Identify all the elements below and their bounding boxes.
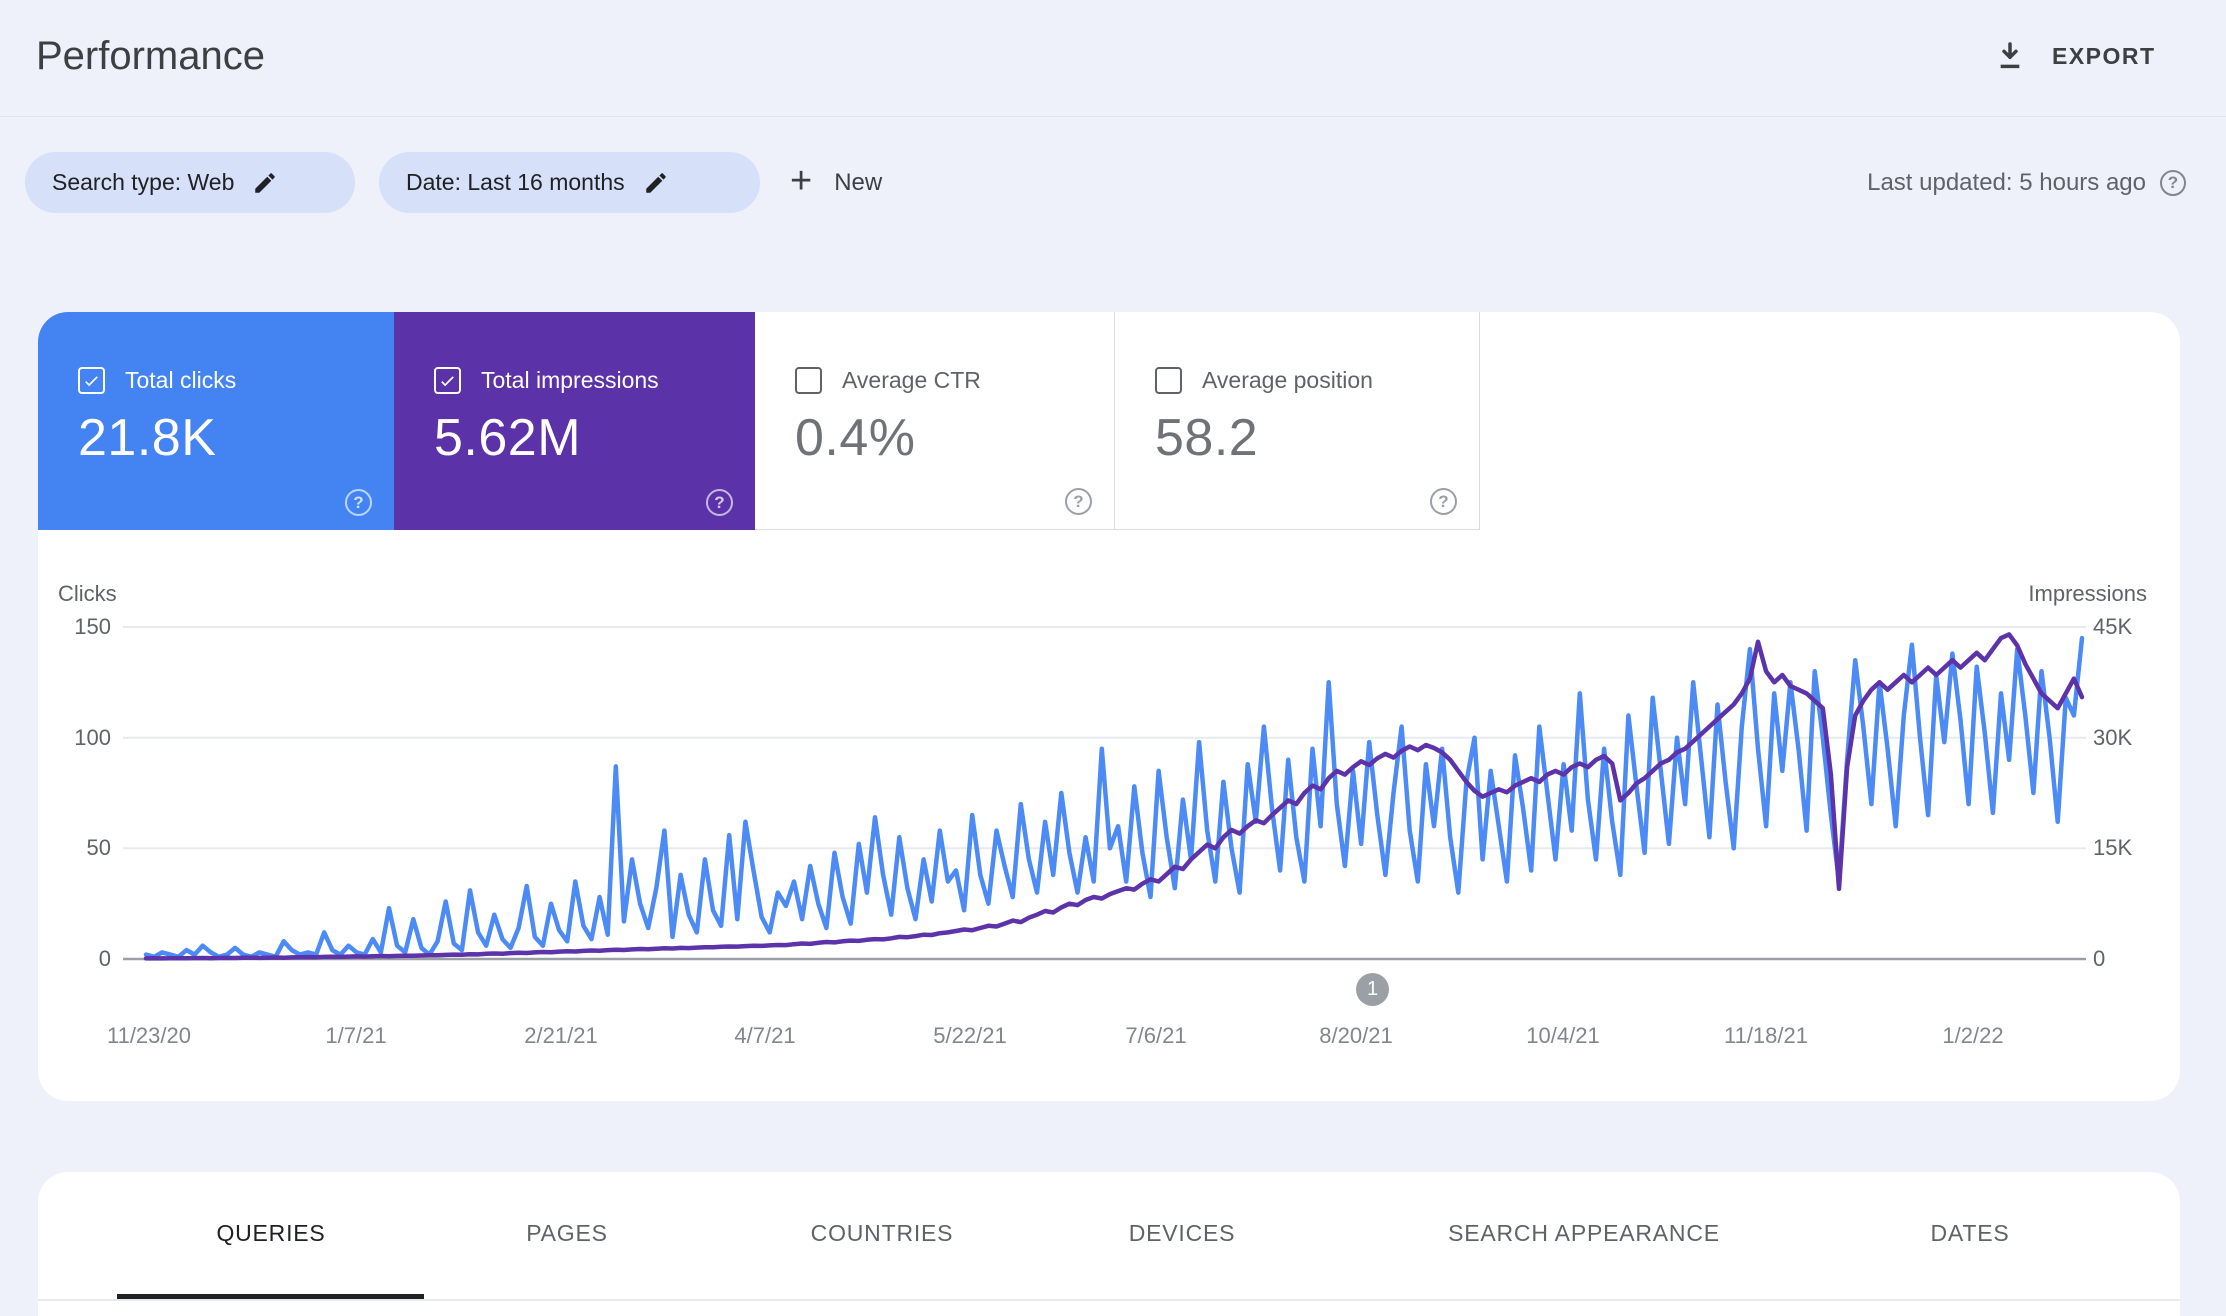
right-axis-title: Impressions [2028, 581, 2147, 607]
performance-line-chart[interactable] [38, 312, 2180, 1101]
right-axis-tick: 15K [2093, 834, 2173, 862]
left-axis-tick: 150 [38, 613, 111, 641]
tabs-bottom-border [38, 1299, 2180, 1301]
x-axis-tick: 1/7/21 [286, 1023, 426, 1049]
download-icon [1994, 40, 2026, 72]
active-tab-underline [117, 1294, 424, 1299]
annotation-badge[interactable]: 1 [1356, 973, 1389, 1006]
right-axis-tick: 0 [2093, 945, 2173, 973]
x-axis-tick: 7/6/21 [1086, 1023, 1226, 1049]
x-axis-tick: 2/21/21 [491, 1023, 631, 1049]
new-filter-label: New [834, 169, 882, 197]
x-axis-tick: 11/18/21 [1696, 1023, 1836, 1049]
tab-search-appearance[interactable]: SEARCH APPEARANCE [1448, 1220, 1720, 1247]
export-button[interactable]: EXPORT [1994, 30, 2156, 82]
x-axis-tick: 10/4/21 [1493, 1023, 1633, 1049]
x-axis-tick: 5/22/21 [900, 1023, 1040, 1049]
x-axis-tick: 11/23/20 [79, 1023, 219, 1049]
last-updated: Last updated: 5 hours ago ? [1867, 168, 2186, 198]
plus-icon: + [790, 162, 812, 200]
pencil-icon [252, 170, 278, 196]
right-axis-tick: 45K [2093, 613, 2173, 641]
last-updated-text: Last updated: 5 hours ago [1867, 169, 2146, 197]
x-axis-tick: 1/2/22 [1903, 1023, 2043, 1049]
dimension-tabs-panel: QUERIES PAGES COUNTRIES DEVICES SEARCH A… [38, 1172, 2180, 1316]
left-axis-title: Clicks [58, 581, 117, 607]
right-axis-tick: 30K [2093, 724, 2173, 752]
new-filter-button[interactable]: + New [778, 152, 894, 213]
tab-countries[interactable]: COUNTRIES [811, 1220, 954, 1247]
date-filter-chip[interactable]: Date: Last 16 months [379, 152, 760, 213]
left-axis-tick: 100 [38, 724, 111, 752]
x-axis-tick: 8/20/21 [1286, 1023, 1426, 1049]
date-chip-label: Date: Last 16 months [406, 169, 625, 196]
export-label: EXPORT [2052, 43, 2156, 70]
pencil-icon [643, 170, 669, 196]
tab-pages[interactable]: PAGES [526, 1220, 608, 1247]
left-axis-tick: 0 [38, 945, 111, 973]
tab-devices[interactable]: DEVICES [1129, 1220, 1236, 1247]
tab-queries[interactable]: QUERIES [216, 1220, 325, 1247]
search-type-chip-label: Search type: Web [52, 169, 234, 196]
help-icon[interactable]: ? [2160, 170, 2186, 196]
performance-panel: Total clicks 21.8K ? Total impressions 5… [38, 312, 2180, 1101]
x-axis-tick: 4/7/21 [695, 1023, 835, 1049]
tab-dates[interactable]: DATES [1931, 1220, 2010, 1247]
left-axis-tick: 50 [38, 834, 111, 862]
header-divider [0, 116, 2226, 117]
search-type-filter-chip[interactable]: Search type: Web [25, 152, 355, 213]
page-title: Performance [36, 34, 265, 79]
